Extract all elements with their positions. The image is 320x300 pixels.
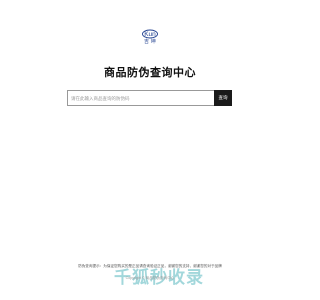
page-title: 商品防伪查询中心 xyxy=(104,67,196,79)
svg-text:Kun: Kun xyxy=(144,31,156,38)
kun-logo-icon: Kun xyxy=(142,29,158,39)
footer: 防伪查询提示：为保证您购买的是正品请查询验证正品，谢谢您的支持，谢谢您的对于品牌… xyxy=(0,252,300,300)
search-input[interactable] xyxy=(67,90,214,106)
logo-text: 吉 坤 xyxy=(144,39,156,45)
search-bar: 查询 xyxy=(67,90,232,106)
footer-copyright: Copyright © 商品防伪查询中心 xyxy=(125,276,175,280)
search-button[interactable]: 查询 xyxy=(214,90,232,106)
page: Kun 吉 坤 商品防伪查询中心 查询 防伪查询提示：为保证您购买的是正品请查询… xyxy=(0,0,300,300)
brand-logo: Kun 吉 坤 xyxy=(141,28,159,46)
